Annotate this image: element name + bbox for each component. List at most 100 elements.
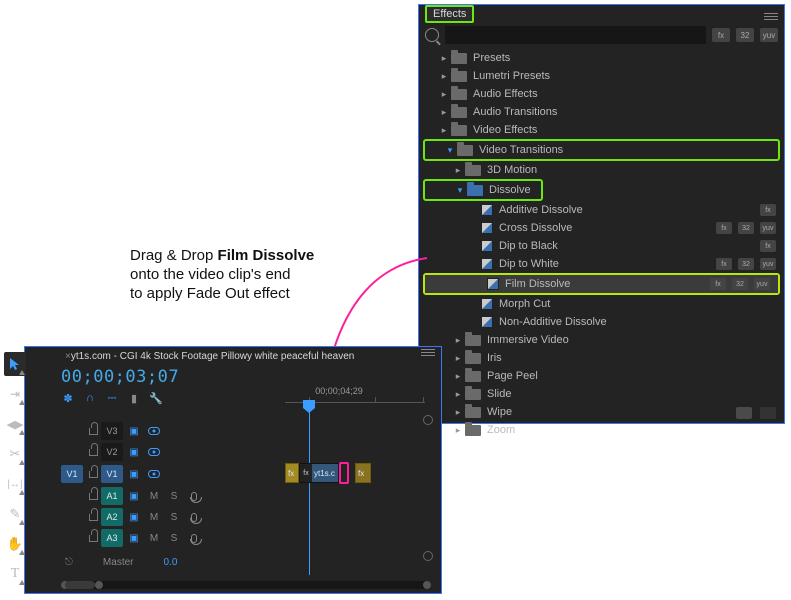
settings-icon[interactable]: 🔧 <box>149 391 163 405</box>
hand-tool[interactable]: ✋ <box>4 532 26 556</box>
track-target-a3[interactable]: A3 <box>101 529 123 547</box>
folder-video-transitions[interactable]: ▾Video Transitions <box>425 141 778 159</box>
track-select-tool[interactable]: ⇥ <box>4 382 26 406</box>
effect-non-additive-dissolve[interactable]: Non-Additive Dissolve <box>419 313 784 331</box>
toggle-output-icon[interactable]: ▣ <box>127 510 141 524</box>
pen-tool[interactable]: ✎ <box>4 502 26 526</box>
effect-morph-cut[interactable]: Morph Cut <box>419 295 784 313</box>
toggle-output-icon[interactable]: ▣ <box>127 424 141 438</box>
folder-slide[interactable]: ▸Slide <box>419 385 784 403</box>
voiceover-icon[interactable] <box>187 531 201 545</box>
folder-3d-motion[interactable]: ▸3D Motion <box>419 161 784 179</box>
effect-cross-dissolve[interactable]: Cross Dissolvefx32yuv <box>419 219 784 237</box>
eye-icon[interactable] <box>147 424 161 438</box>
link-icon[interactable]: ⎋ <box>65 557 73 568</box>
ripple-edit-tool[interactable]: ◀▶ <box>4 412 26 436</box>
transition-icon <box>481 240 493 252</box>
delete-icon[interactable] <box>760 407 776 419</box>
timeline-menu-icon[interactable] <box>421 349 435 356</box>
track-target-a2[interactable]: A2 <box>101 508 123 526</box>
lock-icon[interactable] <box>85 449 101 456</box>
lock-icon[interactable] <box>85 428 101 435</box>
eye-icon[interactable] <box>147 445 161 459</box>
lock-icon[interactable] <box>85 471 101 478</box>
drop-target-marker <box>339 462 349 484</box>
type-tool[interactable]: T <box>4 562 26 586</box>
track-target-v1[interactable]: V1 <box>101 465 123 483</box>
transition-icon <box>487 278 499 290</box>
zoom-handle-icon[interactable] <box>423 551 433 561</box>
track-target-a1[interactable]: A1 <box>101 487 123 505</box>
mute-toggle[interactable]: M <box>147 510 161 524</box>
voiceover-icon[interactable] <box>187 510 201 524</box>
toolbar: ⇥ ◀▶ ✂ |↔| ✎ ✋ T <box>3 352 27 586</box>
voiceover-icon[interactable] <box>187 489 201 503</box>
selection-tool[interactable] <box>4 352 26 376</box>
playhead-timecode[interactable]: 00;00;03;07 <box>61 367 441 387</box>
folder-presets[interactable]: ▸Presets <box>419 49 784 67</box>
transition-icon <box>481 316 493 328</box>
effect-dip-to-black[interactable]: Dip to Blackfx <box>419 237 784 255</box>
master-value[interactable]: 0.0 <box>163 557 177 568</box>
lock-icon[interactable] <box>85 535 101 542</box>
search-icon <box>425 28 439 42</box>
folder-zoom[interactable]: ▸Zoom <box>419 421 784 439</box>
folder-iris[interactable]: ▸Iris <box>419 349 784 367</box>
nest-icon[interactable]: ✽ <box>61 391 75 405</box>
toggle-output-icon[interactable]: ▣ <box>127 531 141 545</box>
effects-tab[interactable]: Effects <box>425 5 474 23</box>
filter-yuv-icon[interactable]: yuv <box>760 28 778 42</box>
folder-video-effects[interactable]: ▸Video Effects <box>419 121 784 139</box>
effect-film-dissolve[interactable]: Film Dissolvefx32yuv <box>425 275 778 293</box>
toggle-output-icon[interactable]: ▣ <box>127 489 141 503</box>
sequence-tab[interactable]: yt1s.com - CGI 4k Stock Footage Pillowy … <box>71 351 354 362</box>
transition-icon <box>481 298 493 310</box>
lock-icon[interactable] <box>85 493 101 500</box>
transition-clip-start[interactable]: fx <box>285 463 299 483</box>
master-track: ⎋ Master 0.0 <box>25 553 177 571</box>
effects-tree: ▸Presets ▸Lumetri Presets ▸Audio Effects… <box>419 47 784 439</box>
track-target-v2[interactable]: V2 <box>101 443 123 461</box>
track-target-v3[interactable]: V3 <box>101 422 123 440</box>
folder-immersive-video[interactable]: ▸Immersive Video <box>419 331 784 349</box>
new-bin-icon[interactable] <box>736 407 752 419</box>
panel-menu-icon[interactable] <box>764 9 778 23</box>
transition-clip-end[interactable]: fx <box>355 463 371 483</box>
annotation-text: Drag & Drop Film Dissolve onto the video… <box>130 247 390 303</box>
timeline-panel: × yt1s.com - CGI 4k Stock Footage Pillow… <box>24 346 442 594</box>
folder-dissolve[interactable]: ▾Dissolve <box>425 181 541 199</box>
zoom-handle-icon[interactable] <box>423 415 433 425</box>
effects-search-input[interactable] <box>445 26 706 44</box>
transition-icon <box>481 222 493 234</box>
transition-icon <box>481 258 493 270</box>
mute-toggle[interactable]: M <box>147 531 161 545</box>
effect-dip-to-white[interactable]: Dip to Whitefx32yuv <box>419 255 784 273</box>
folder-audio-transitions[interactable]: ▸Audio Transitions <box>419 103 784 121</box>
source-patch-v1[interactable]: V1 <box>61 465 83 483</box>
toggle-output-icon[interactable]: ▣ <box>127 467 141 481</box>
filter-32bit-icon[interactable]: 32 <box>736 28 754 42</box>
solo-toggle[interactable]: S <box>167 510 181 524</box>
timeline-scrollbar[interactable] <box>61 581 431 589</box>
snap-icon[interactable]: ∩ <box>83 391 97 405</box>
eye-icon[interactable] <box>147 467 161 481</box>
mute-toggle[interactable]: M <box>147 489 161 503</box>
playhead-marker[interactable] <box>303 400 315 408</box>
folder-wipe[interactable]: ▸Wipe <box>419 403 784 421</box>
solo-toggle[interactable]: S <box>167 489 181 503</box>
video-clip[interactable]: fxyt1s.c <box>299 463 339 483</box>
folder-lumetri-presets[interactable]: ▸Lumetri Presets <box>419 67 784 85</box>
razor-tool[interactable]: ✂ <box>4 442 26 466</box>
marker-icon[interactable]: ▮ <box>127 391 141 405</box>
toggle-output-icon[interactable]: ▣ <box>127 445 141 459</box>
filter-accelerated-icon[interactable]: fx <box>712 28 730 42</box>
effect-additive-dissolve[interactable]: Additive Dissolvefx <box>419 201 784 219</box>
solo-toggle[interactable]: S <box>167 531 181 545</box>
master-label: Master <box>103 557 134 568</box>
linked-selection-icon[interactable]: ⎓ <box>105 391 119 405</box>
folder-page-peel[interactable]: ▸Page Peel <box>419 367 784 385</box>
lock-icon[interactable] <box>85 514 101 521</box>
effects-panel: Effects fx 32 yuv ▸Presets ▸Lumetri Pres… <box>418 4 785 424</box>
slip-tool[interactable]: |↔| <box>4 472 26 496</box>
folder-audio-effects[interactable]: ▸Audio Effects <box>419 85 784 103</box>
